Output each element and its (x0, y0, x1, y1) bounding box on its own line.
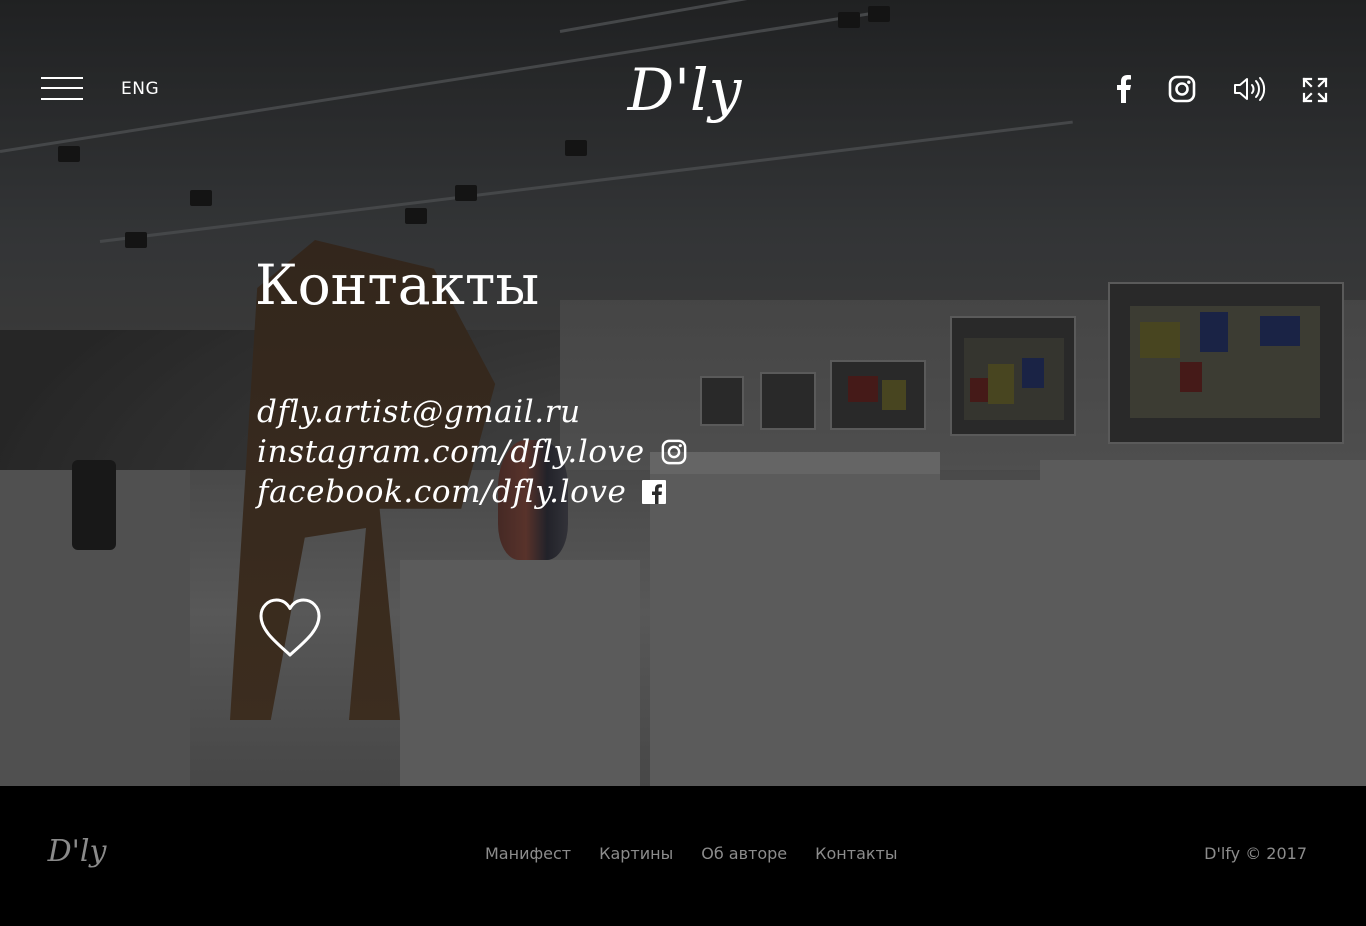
contact-email-row: dfly.artist@gmail.ru (257, 392, 687, 432)
footer-nav-contacts[interactable]: Контакты (815, 844, 897, 863)
instagram-icon[interactable] (661, 439, 687, 465)
heart-icon[interactable] (257, 597, 323, 664)
footer-nav-manifest[interactable]: Манифест (485, 844, 571, 863)
sound-icon[interactable] (1233, 76, 1267, 107)
footer-nav-about[interactable]: Об авторе (701, 844, 787, 863)
contacts-list: dfly.artist@gmail.ru instagram.com/dfly.… (257, 392, 687, 512)
contact-instagram-row: instagram.com/dfly.love (257, 432, 687, 472)
footer-nav-paintings[interactable]: Картины (599, 844, 673, 863)
contact-facebook-row: facebook.com/dfly.love (257, 472, 687, 512)
email-link[interactable]: dfly.artist@gmail.ru (257, 394, 581, 430)
language-switch[interactable]: ENG (121, 79, 159, 99)
footer: D'ly Манифест Картины Об авторе Контакты… (0, 786, 1366, 926)
footer-copyright: D'lfy © 2017 (1204, 844, 1307, 863)
menu-button[interactable] (41, 77, 83, 100)
instagram-icon[interactable] (1168, 75, 1196, 108)
facebook-link[interactable]: facebook.com/dfly.love (257, 474, 626, 510)
fullscreen-icon[interactable] (1302, 77, 1328, 108)
footer-nav: Манифест Картины Об авторе Контакты (485, 844, 898, 863)
facebook-square-icon[interactable] (642, 480, 667, 504)
site-logo[interactable]: D'ly (622, 38, 747, 142)
facebook-icon[interactable] (1113, 74, 1133, 109)
footer-logo[interactable]: D'ly (42, 826, 112, 878)
instagram-link[interactable]: instagram.com/dfly.love (257, 434, 645, 470)
page-title: Контакты (255, 253, 540, 317)
